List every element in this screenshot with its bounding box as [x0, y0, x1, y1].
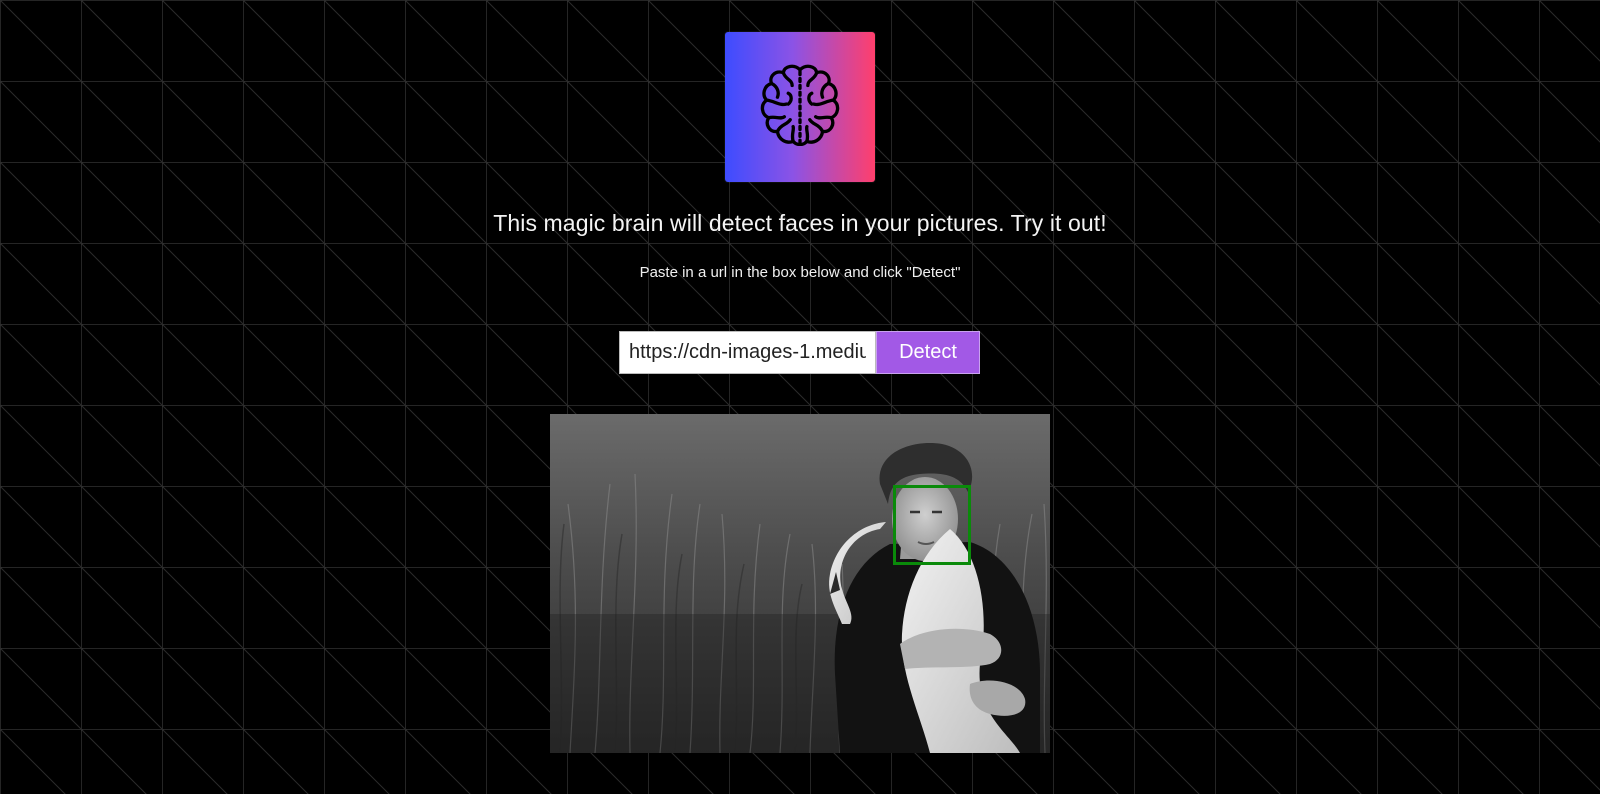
detect-button[interactable]: Detect [876, 331, 980, 374]
result-photo [550, 414, 1050, 753]
app-page: This magic brain will detect faces in yo… [0, 0, 1600, 794]
page-headline: This magic brain will detect faces in yo… [493, 210, 1107, 236]
instructions-text: Paste in a url in the box below and clic… [639, 264, 961, 281]
logo [725, 32, 875, 182]
image-url-input[interactable] [619, 331, 876, 374]
brain-icon [760, 64, 840, 147]
photo-image [550, 414, 1050, 753]
face-bounding-box [893, 485, 971, 565]
url-form: Detect [619, 331, 980, 374]
